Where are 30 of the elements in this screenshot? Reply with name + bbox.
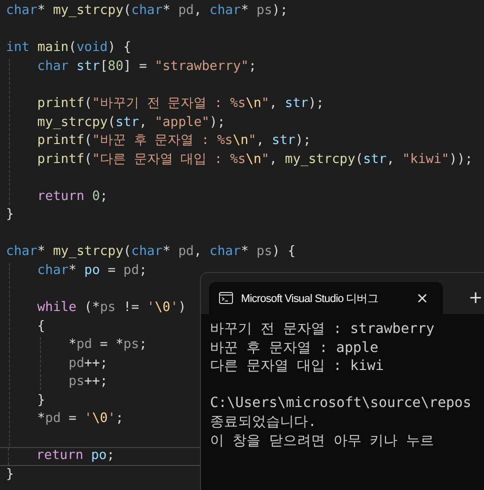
code-line: int main(void) { (6, 39, 132, 58)
code-line: my_strcpy(str, "apple"); (36, 114, 226, 132)
code-line: } (6, 206, 14, 224)
console-output-line: 종료되었습니다. (210, 412, 316, 432)
console-output-line: 바꾼 후 문자열 : apple (210, 338, 378, 358)
code-line: return 0; (36, 188, 108, 206)
code-line: } (36, 392, 46, 410)
code-line: char* po = pd; (36, 262, 147, 280)
code-line: printf("바꾼 후 문자열 : %s\n", str); (36, 132, 312, 150)
console-output-line: 이 창을 닫으려면 아무 키나 누르 (210, 432, 434, 450)
terminal-icon (219, 292, 233, 304)
new-tab-button[interactable]: + (464, 288, 484, 308)
code-line: } (6, 466, 14, 484)
close-button[interactable]: × (412, 288, 433, 308)
code-line: return po; (35, 447, 115, 466)
code-line: pd++; (68, 354, 108, 373)
console-output-line: 다른 문자열 대입 : kiwi (210, 357, 384, 376)
code-line: *pd = *ps; (68, 336, 147, 354)
console-output-line: C:\Users\microsoft\source\repos (210, 394, 472, 413)
terminal-tab[interactable]: Microsoft Visual Studio 디버그 × (209, 282, 443, 314)
code-line: { (36, 318, 46, 336)
code-line: char* my_strcpy(char* pd, char* ps) { (6, 243, 296, 262)
code-line: printf("다른 문자열 대입 : %s\n", my_strcpy(str, "kiwi")); (36, 150, 473, 169)
code-line: printf("바꾸기 전 문자열 : %s\n", str); (36, 95, 324, 114)
code-line: ps++; (68, 373, 108, 392)
code-line: while (*ps != '\0') (36, 299, 186, 318)
code-line: char str[80] = "strawberry"; (36, 58, 256, 76)
code-line: *pd = '\0'; (36, 410, 124, 428)
console-output-line: 바꾸기 전 문자열 : strawberry (210, 320, 434, 339)
code-line: char* my_strcpy(char* pd, char* ps); (6, 2, 288, 20)
